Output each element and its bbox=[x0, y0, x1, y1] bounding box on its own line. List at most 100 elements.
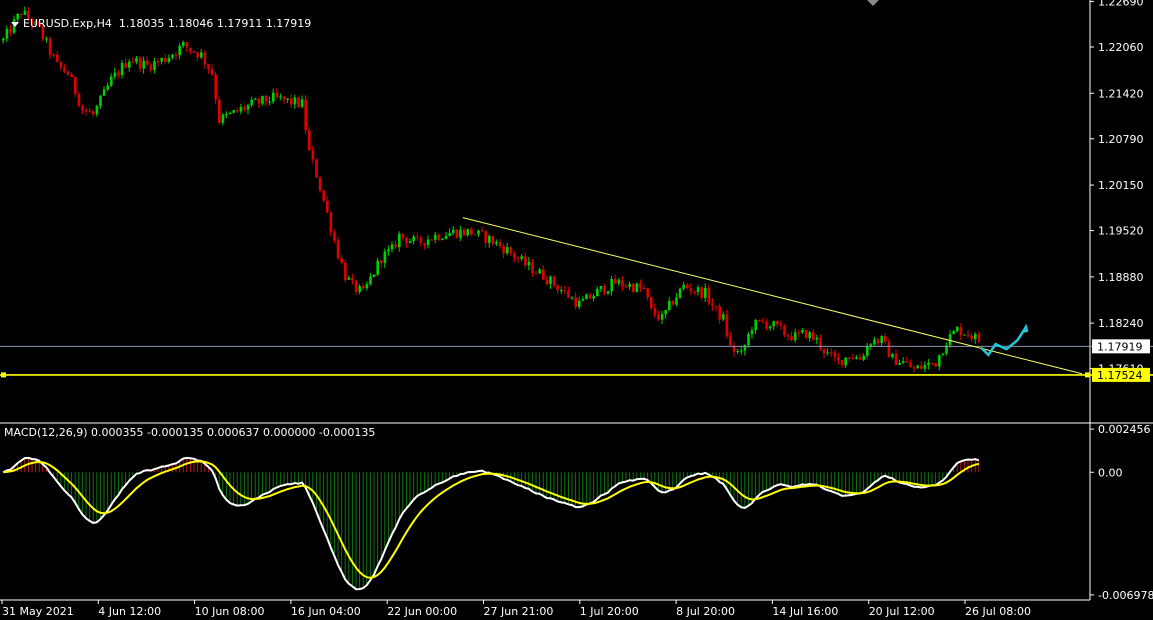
candle-body bbox=[837, 357, 840, 361]
candle-body bbox=[218, 99, 221, 123]
candle-body bbox=[200, 52, 203, 58]
candle-body bbox=[99, 95, 102, 107]
candle-body bbox=[279, 96, 282, 98]
candle-body bbox=[887, 341, 891, 358]
candle-body bbox=[948, 334, 952, 346]
candle-body bbox=[495, 241, 498, 244]
candle-body bbox=[329, 212, 333, 233]
candle-body bbox=[221, 114, 225, 123]
candle-body bbox=[844, 357, 847, 366]
candle-body bbox=[56, 54, 59, 62]
candle-body bbox=[758, 320, 761, 322]
candle-body bbox=[873, 339, 876, 345]
candle-body bbox=[149, 64, 153, 71]
trading-chart[interactable]: 1.22690 1.22060 1.21420 1.20790 1.20150 1.195… bbox=[0, 0, 1153, 620]
candle-body bbox=[812, 332, 815, 340]
candle-body bbox=[351, 277, 354, 281]
candle-body bbox=[254, 98, 257, 100]
candle-body bbox=[470, 228, 473, 235]
candle-body bbox=[225, 113, 228, 115]
macd-header: MACD(12,26,9) 0.000355 -0.000135 0.00063… bbox=[4, 426, 376, 439]
ohlc-values: 1.18035 1.18046 1.17911 1.17919 bbox=[118, 17, 312, 30]
candle-body bbox=[650, 297, 653, 309]
candle-body bbox=[419, 237, 423, 243]
time-tick-label: 8 Jul 20:00 bbox=[676, 605, 735, 618]
price-tick-label: 1.22060 bbox=[1098, 41, 1144, 54]
candle-body bbox=[858, 357, 862, 360]
candle-body bbox=[480, 230, 484, 232]
candle-body bbox=[336, 240, 340, 259]
candle-body bbox=[801, 330, 804, 333]
candle-body bbox=[192, 51, 196, 53]
candle-body bbox=[902, 361, 905, 364]
candle-body bbox=[772, 321, 775, 327]
candle-body bbox=[545, 279, 549, 285]
candle-body bbox=[740, 350, 743, 352]
time-tick-label: 1 Jul 20:00 bbox=[580, 605, 639, 618]
candle-body bbox=[138, 57, 142, 69]
candle-body bbox=[473, 234, 477, 236]
candle-body bbox=[606, 291, 610, 294]
price-tick-label: 1.20150 bbox=[1098, 179, 1144, 192]
chart-header: EURUSD.Exp,H4 1.18035 1.18046 1.17911 1.… bbox=[4, 4, 311, 30]
candle-body bbox=[905, 361, 909, 363]
candle-body bbox=[48, 38, 52, 55]
candle-body bbox=[376, 260, 379, 275]
price-tick-label: 1.18240 bbox=[1098, 317, 1144, 330]
current-price-label: 1.17919 bbox=[1097, 340, 1143, 353]
candle-body bbox=[912, 367, 916, 369]
time-tick-label: 20 Jul 12:00 bbox=[869, 605, 935, 618]
candle-body bbox=[538, 269, 541, 274]
candle-body bbox=[228, 112, 232, 114]
candle-body bbox=[448, 232, 451, 236]
candle-body bbox=[542, 269, 545, 280]
candle-body bbox=[311, 150, 315, 160]
candle-body bbox=[866, 346, 869, 356]
price-tick-label: 1.19520 bbox=[1098, 225, 1144, 238]
candle-body bbox=[297, 97, 300, 107]
candle-body bbox=[642, 287, 646, 289]
candle-body bbox=[272, 92, 275, 102]
candle-body bbox=[426, 239, 430, 246]
candle-body bbox=[243, 107, 246, 110]
candle-body bbox=[682, 284, 685, 289]
candle-body bbox=[455, 229, 459, 238]
candle-body bbox=[156, 61, 160, 63]
candle-body bbox=[81, 105, 84, 111]
candle-body bbox=[372, 274, 376, 277]
candle-body bbox=[66, 71, 70, 75]
candle-body bbox=[653, 308, 657, 315]
time-tick-label: 10 Jun 08:00 bbox=[195, 605, 265, 618]
candle-body bbox=[347, 277, 351, 280]
candle-body bbox=[416, 236, 419, 238]
candle-body bbox=[365, 284, 369, 289]
candle-body bbox=[434, 234, 437, 240]
support-line-handle-right[interactable] bbox=[1085, 372, 1090, 378]
triangle-down-icon[interactable] bbox=[11, 21, 19, 27]
candle-body bbox=[678, 288, 682, 298]
candle-body bbox=[383, 251, 387, 264]
candle-body bbox=[768, 326, 772, 329]
candle-body bbox=[520, 256, 523, 259]
candle-body bbox=[675, 297, 678, 305]
candle-body bbox=[182, 42, 185, 46]
candle-body bbox=[506, 247, 509, 254]
candle-body bbox=[214, 74, 217, 100]
candle-body bbox=[124, 63, 127, 68]
candle-body bbox=[167, 58, 171, 62]
candle-body bbox=[830, 352, 833, 354]
candle-body bbox=[826, 352, 829, 354]
candle-body bbox=[808, 332, 811, 339]
candle-body bbox=[761, 320, 765, 322]
macd-tick-label: -0.006978 bbox=[1098, 589, 1153, 602]
support-line-handle-left[interactable] bbox=[1, 372, 6, 378]
candle-body bbox=[700, 287, 703, 298]
candle-body bbox=[293, 97, 297, 105]
candle-body bbox=[603, 285, 606, 294]
candle-body bbox=[657, 314, 660, 320]
candle-body bbox=[855, 357, 858, 359]
candle-body bbox=[63, 67, 66, 72]
candle-body bbox=[290, 98, 293, 105]
candle-body bbox=[891, 353, 894, 358]
candle-body bbox=[110, 76, 113, 86]
